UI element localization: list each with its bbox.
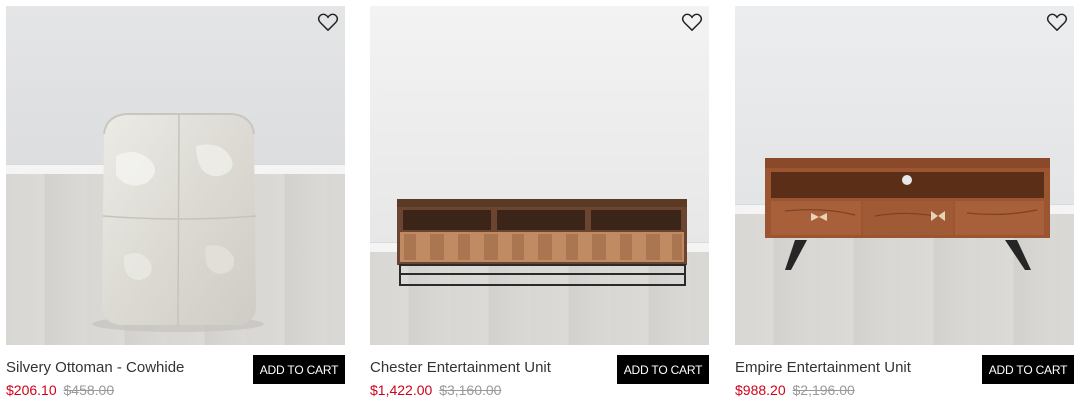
heart-outline-icon[interactable] (1046, 12, 1068, 32)
sale-price: $1,422.00 (370, 382, 433, 398)
sale-price: $206.10 (6, 382, 57, 398)
add-to-cart-button[interactable]: ADD TO CART (617, 355, 709, 384)
price-row: $206.10 $458.00 (6, 382, 114, 398)
price-row: $1,422.00 $3,160.00 (370, 382, 501, 398)
sale-price: $988.20 (735, 382, 786, 398)
heart-outline-icon[interactable] (681, 12, 703, 32)
product-name[interactable]: Chester Entertainment Unit (370, 359, 551, 376)
ottoman-illustration (92, 113, 264, 332)
product-info: Empire Entertainment Unit $988.20 $2,196… (735, 345, 1074, 405)
tv-unit-illustration (397, 199, 687, 286)
add-to-cart-button[interactable]: ADD TO CART (982, 355, 1074, 384)
add-to-cart-button[interactable]: ADD TO CART (253, 355, 345, 384)
product-image[interactable] (735, 6, 1074, 345)
product-info: Silvery Ottoman - Cowhide $206.10 $458.0… (6, 345, 345, 405)
product-info: Chester Entertainment Unit $1,422.00 $3,… (370, 345, 709, 405)
tv-unit-illustration (765, 158, 1050, 270)
original-price: $3,160.00 (439, 382, 502, 398)
product-card: Empire Entertainment Unit $988.20 $2,196… (735, 6, 1074, 405)
heart-outline-icon[interactable] (317, 12, 339, 32)
original-price: $2,196.00 (792, 382, 855, 398)
price-row: $988.20 $2,196.00 (735, 382, 855, 398)
original-price: $458.00 (63, 382, 115, 398)
product-card: Silvery Ottoman - Cowhide $206.10 $458.0… (6, 6, 345, 405)
product-name[interactable]: Empire Entertainment Unit (735, 359, 911, 376)
product-image[interactable] (370, 6, 709, 345)
product-name[interactable]: Silvery Ottoman - Cowhide (6, 359, 184, 376)
product-card: Chester Entertainment Unit $1,422.00 $3,… (370, 6, 709, 405)
product-image[interactable] (6, 6, 345, 345)
